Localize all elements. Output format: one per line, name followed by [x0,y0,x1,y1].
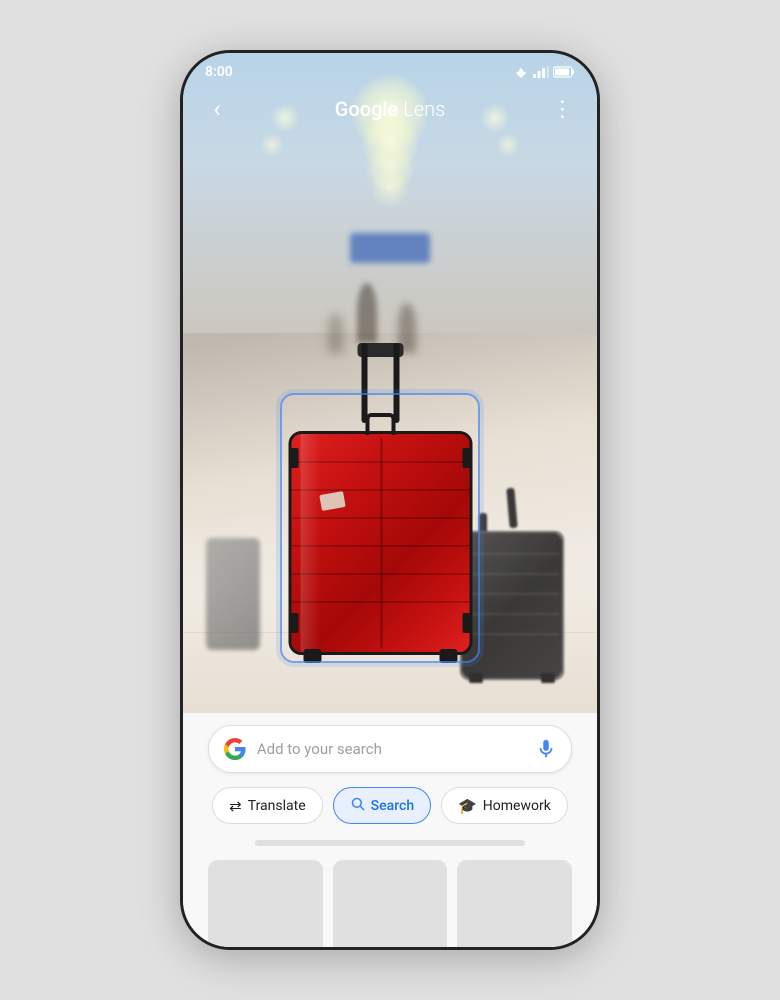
status-icons [513,66,575,78]
back-button[interactable]: ‹ [199,91,235,127]
skeleton-card-2 [333,860,448,950]
translate-icon: ⇄ [229,797,242,815]
top-bar: ‹ Google Lens ⋮ [183,85,597,133]
more-options-button[interactable]: ⋮ [545,91,581,127]
mic-icon[interactable] [535,738,557,760]
search-label: Search [371,798,414,814]
suitcase-body [291,433,471,653]
search-icon [350,796,365,815]
suitcase-wheels [286,645,476,663]
bottom-panel: Add to your search ⇄ Translate Search 🎓 [183,713,597,950]
left-suitcase [203,533,263,653]
homework-label: Homework [483,798,551,814]
google-logo [223,737,247,761]
search-bar[interactable]: Add to your search [208,725,572,773]
app-title: Google Lens [335,97,445,121]
skeleton-bar [255,840,524,846]
wheel-front-right [440,649,458,663]
suitcase-top-handle [366,413,396,435]
wifi-icon [513,66,529,78]
status-time: 8:00 [205,64,233,80]
translate-label: Translate [248,798,306,814]
battery-icon [553,66,575,78]
translate-chip[interactable]: ⇄ Translate [212,787,323,824]
wheel-front-left [304,649,322,663]
camera-area [183,53,597,713]
status-bar: 8:00 [183,53,597,85]
skeleton-card-1 [208,860,323,950]
phone-frame: 8:00 ‹ Googl [180,50,600,950]
skeleton-cards [208,860,572,950]
main-suitcase [286,413,476,663]
homework-icon: 🎓 [458,797,477,815]
search-chip[interactable]: Search [333,787,431,824]
skeleton-card-3 [457,860,572,950]
signal-icon [533,66,549,78]
search-placeholder-text: Add to your search [257,740,525,758]
homework-chip[interactable]: 🎓 Homework [441,787,568,824]
action-chips: ⇄ Translate Search 🎓 Homework [212,787,568,824]
